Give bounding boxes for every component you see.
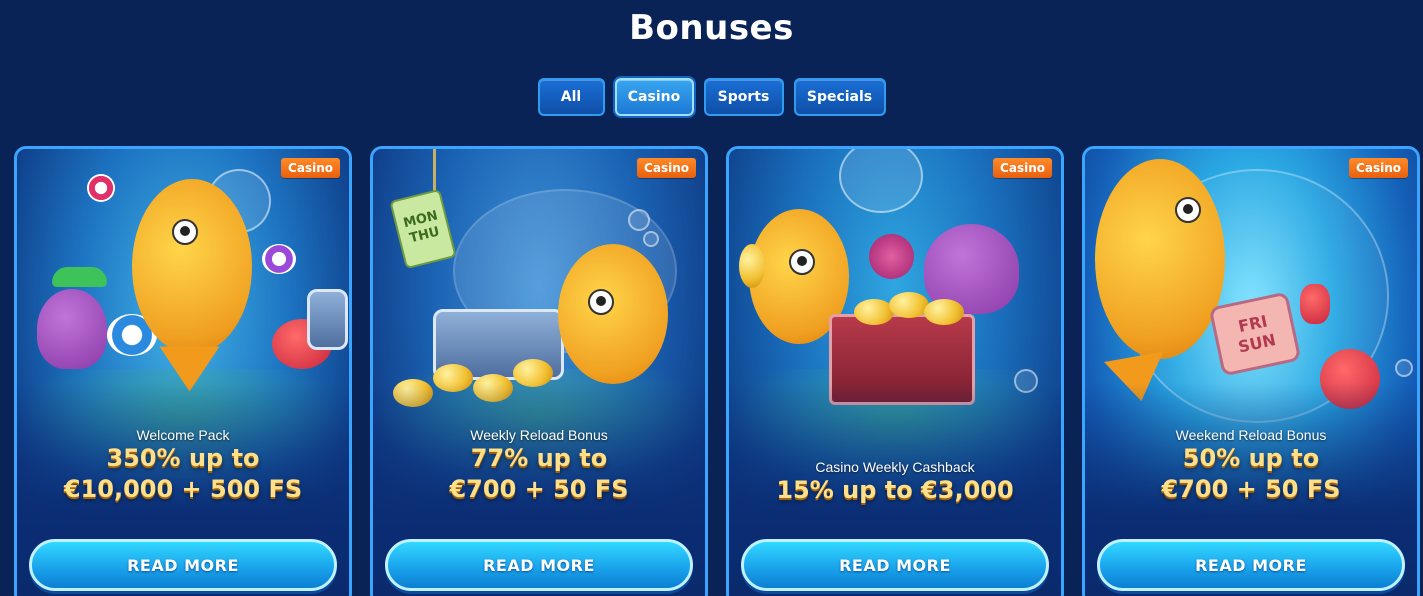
bonus-info: Weekly Reload Bonus 77% up to €700 + 50 … (373, 427, 705, 505)
tab-specials[interactable]: Specials (793, 78, 886, 116)
tab-all[interactable]: All (537, 78, 605, 116)
bonus-info: Weekend Reload Bonus 50% up to €700 + 50… (1085, 427, 1417, 505)
bonus-cards: Casino Welcome Pack 350% up to €10,000 +… (14, 146, 1420, 596)
bonus-name: Welcome Pack (136, 427, 230, 443)
bonuses-page: Bonuses All Casino Sports Specials Casin… (0, 0, 1423, 596)
weekend-reload-illustration: FRI SUN (1085, 149, 1417, 596)
tab-casino[interactable]: Casino (614, 78, 694, 116)
bonus-name: Weekend Reload Bonus (1175, 427, 1327, 443)
bonus-card-welcome-pack: Casino Welcome Pack 350% up to €10,000 +… (14, 146, 352, 596)
bonus-offer-line1: 15% up to €3,000 (776, 476, 1014, 504)
read-more-button[interactable]: READ MORE (29, 539, 337, 591)
bonus-card-weekend-reload: FRI SUN Casino Weekend Reload Bonus 50% … (1082, 146, 1420, 596)
read-more-button[interactable]: READ MORE (741, 539, 1049, 591)
bonus-info: Casino Weekly Cashback 15% up to €3,000 (729, 459, 1061, 506)
tab-sports[interactable]: Sports (703, 78, 784, 116)
category-badge: Casino (637, 158, 696, 178)
category-badge: Casino (993, 158, 1052, 178)
page-title: Bonuses (629, 8, 794, 48)
cashback-illustration (729, 149, 1061, 596)
weekly-reload-illustration: MON THU (373, 149, 705, 596)
read-more-button[interactable]: READ MORE (1097, 539, 1405, 591)
bonus-card-weekly-reload: MON THU Casino Weekly Reload Bonus 77% u… (370, 146, 708, 596)
bonus-offer-line2: €10,000 + 500 FS (63, 475, 303, 503)
read-more-button[interactable]: READ MORE (385, 539, 693, 591)
bonus-offer-line1: 50% up to (1182, 444, 1320, 472)
filter-tabs: All Casino Sports Specials (0, 78, 1423, 116)
bonus-info: Welcome Pack 350% up to €10,000 + 500 FS (17, 427, 349, 505)
bonus-offer-line1: 77% up to (470, 444, 608, 472)
category-badge: Casino (1349, 158, 1408, 178)
category-badge: Casino (281, 158, 340, 178)
bonus-card-casino-weekly-cashback: Casino Casino Weekly Cashback 15% up to … (726, 146, 1064, 596)
bonus-offer-line1: 350% up to (106, 444, 260, 472)
bonus-name: Casino Weekly Cashback (815, 459, 975, 475)
bonus-name: Weekly Reload Bonus (470, 427, 608, 443)
bonus-offer-line2: €700 + 50 FS (1161, 475, 1341, 503)
bonus-offer-line2: €700 + 50 FS (449, 475, 629, 503)
welcome-pack-illustration (17, 149, 349, 596)
